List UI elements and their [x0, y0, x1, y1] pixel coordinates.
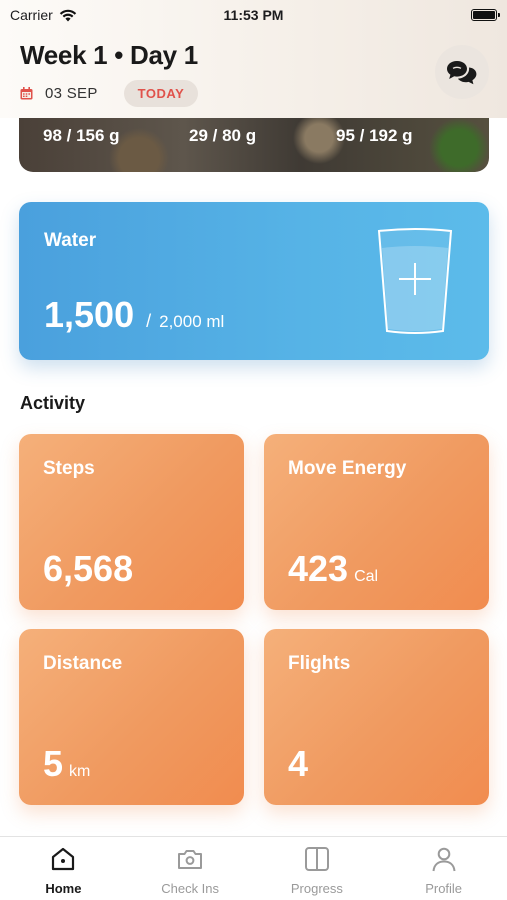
- tab-check-ins[interactable]: Check Ins: [127, 837, 254, 900]
- move-energy-value: 423: [288, 548, 349, 589]
- activity-title: Activity: [20, 393, 86, 413]
- distance-tile[interactable]: Distance 5 km: [19, 629, 244, 805]
- macro-value-3: 95 / 192 g: [336, 126, 413, 145]
- tab-profile[interactable]: Profile: [380, 837, 507, 900]
- tab-progress[interactable]: Progress: [254, 837, 381, 900]
- date-row: 03 SEP TODAY: [20, 80, 199, 107]
- flights-value: 4: [288, 743, 309, 784]
- water-glass-add-icon[interactable]: [375, 226, 455, 338]
- water-card[interactable]: Water 1,500 / 2,000 ml: [19, 202, 489, 360]
- water-value: 1,500: [44, 294, 135, 335]
- chat-bubbles-icon: [447, 61, 477, 85]
- move-energy-tile[interactable]: Move Energy 423 Cal: [264, 434, 489, 610]
- water-goal: 2,000 ml: [159, 312, 225, 331]
- water-amount: 1,500 / 2,000 ml: [44, 294, 224, 336]
- page-title: Week 1 • Day 1: [20, 40, 198, 70]
- tab-check-ins-label: Check Ins: [161, 881, 220, 896]
- tab-profile-label: Profile: [425, 881, 463, 896]
- flights-label: Flights: [288, 653, 351, 674]
- status-time: 11:53 PM: [223, 7, 284, 23]
- progress-book-icon: [304, 847, 329, 871]
- tab-home[interactable]: Home: [0, 837, 127, 900]
- distance-value: 5: [43, 743, 64, 784]
- steps-tile[interactable]: Steps 6,568: [19, 434, 244, 610]
- flights-tile[interactable]: Flights 4: [264, 629, 489, 805]
- home-icon: [52, 847, 75, 871]
- distance-unit: km: [69, 763, 91, 780]
- camera-icon: [178, 850, 203, 869]
- chat-button[interactable]: [435, 45, 489, 99]
- macro-value-2: 29 / 80 g: [189, 126, 257, 145]
- steps-label: Steps: [43, 458, 95, 479]
- current-date[interactable]: 03 SEP: [45, 85, 98, 102]
- tab-home-label: Home: [45, 881, 82, 896]
- tab-progress-label: Progress: [290, 881, 343, 896]
- move-energy-label: Move Energy: [288, 458, 407, 479]
- status-bar: Carrier 11:53 PM: [0, 0, 507, 30]
- macro-value-1: 98 / 156 g: [43, 126, 120, 145]
- today-button[interactable]: TODAY: [123, 80, 199, 107]
- tab-bar: Home Check Ins Progress Profile: [0, 836, 507, 900]
- calendar-icon: [20, 87, 33, 100]
- steps-value: 6,568: [43, 548, 134, 589]
- distance-label: Distance: [43, 653, 123, 674]
- move-energy-unit: Cal: [354, 568, 379, 585]
- water-label: Water: [44, 230, 97, 251]
- water-separator: /: [146, 311, 152, 331]
- person-icon: [432, 847, 456, 872]
- battery-icon: [471, 9, 500, 21]
- header: Carrier 11:53 PM Week 1 • Day 1 03 SEP T…: [0, 0, 507, 118]
